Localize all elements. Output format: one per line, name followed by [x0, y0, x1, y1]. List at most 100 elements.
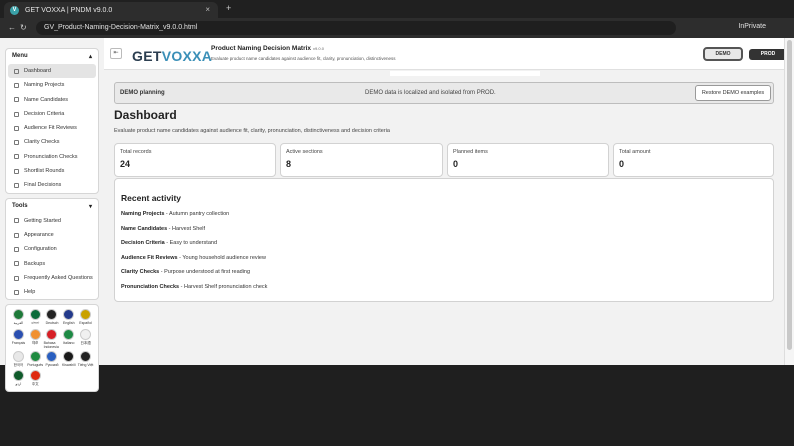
language-flag[interactable]: हिंदी [27, 329, 44, 349]
recent-activity-title: Recent activity [121, 193, 181, 203]
getting-started-icon [14, 218, 19, 224]
menu-item-decision-criteria[interactable]: Decision Criteria [6, 107, 98, 121]
tools-item-getting-started[interactable]: Getting Started [6, 214, 98, 228]
decision-criteria-icon [14, 111, 19, 117]
menu-panel: Menu ▴ Dashboard Naming Projects Name Cand… [5, 48, 99, 194]
app-version: v9.0.0 [313, 46, 324, 51]
collapse-menu-icon[interactable]: ▴ [89, 53, 92, 60]
browser-tab-title: GET VOXXA | PNDM v9.0.0 [25, 6, 113, 14]
activity-row[interactable]: Pronunciation Checks - Harvest Shelf pro… [121, 284, 767, 299]
scrollbar[interactable] [784, 38, 794, 365]
stat-label: Planned items [453, 149, 488, 155]
flag-label: Русский [45, 363, 59, 368]
activity-row[interactable]: Audience Fit Reviews - Young household a… [121, 255, 767, 270]
flag-label: اردو [15, 382, 22, 387]
flag-icon [80, 351, 92, 363]
language-flag[interactable]: Kiswahili [60, 351, 77, 368]
language-flag[interactable]: العربية [10, 309, 27, 327]
menu-header[interactable]: Menu ▴ [6, 49, 98, 64]
menu-item-name-candidates[interactable]: Name Candidates [6, 93, 98, 107]
language-flag[interactable]: Русский [44, 351, 61, 368]
restore-demo-button[interactable]: Restore DEMO examples [695, 85, 771, 101]
flag-icon [80, 329, 92, 341]
demo-env-button[interactable]: DEMO [703, 47, 743, 61]
flag-label: العربية [13, 321, 24, 326]
scrollbar-thumb[interactable] [787, 40, 792, 350]
tools-header[interactable]: Tools ▾ [6, 199, 98, 214]
sidebar-item-label: Dashboard [24, 68, 51, 74]
menu-item-audience-fit-reviews[interactable]: Audience Fit Reviews [6, 121, 98, 135]
url-field[interactable]: GV_Product-Naming-Decision-Matrix_v9.0.0… [36, 21, 676, 35]
language-flag[interactable]: Bahasa Indonesia [44, 329, 61, 349]
activity-row[interactable]: Name Candidates - Harvest Shelf [121, 226, 767, 241]
stat-total-amount: Total amount 0 [613, 143, 774, 177]
tools-item-appearance[interactable]: Appearance [6, 228, 98, 242]
stat-label: Total records [120, 149, 152, 155]
tools-panel: Tools ▾ Getting Started Appearance Configu… [5, 197, 99, 301]
activity-section: Naming Projects [121, 211, 165, 217]
flag-icon [12, 329, 24, 341]
sidebar-item-label: Audience Fit Reviews [24, 125, 77, 132]
flag-icon [12, 351, 24, 363]
language-flag[interactable]: বাংলা [27, 309, 44, 327]
language-flag[interactable]: Español [77, 309, 94, 327]
shortlist-rounds-icon [14, 168, 19, 174]
voxxa-favicon-icon: V [10, 5, 19, 15]
flag-icon [63, 329, 75, 341]
activity-row[interactable]: Naming Projects - Autumn pantry collecti… [121, 211, 767, 226]
language-flag[interactable]: Deutsch [44, 309, 61, 327]
language-flag[interactable]: 한국어 [10, 351, 27, 368]
tools-item-configuration[interactable]: Configuration [6, 242, 98, 256]
close-tab-icon[interactable]: × [205, 5, 210, 14]
activity-row[interactable]: Decision Criteria - Easy to understand [121, 240, 767, 255]
flag-icon [80, 309, 92, 321]
expand-tools-icon[interactable]: ▾ [89, 203, 92, 210]
language-flag[interactable]: 日本語 [77, 329, 94, 349]
language-flag[interactable]: Français [10, 329, 27, 349]
flag-icon [29, 351, 41, 363]
sidebar-item-label: Pronunciation Checks [24, 153, 78, 160]
tools-item-help[interactable]: Help [6, 285, 98, 299]
menu-item-final-decisions[interactable]: Final Decisions [6, 178, 98, 192]
tools-item-backups[interactable]: Backups [6, 257, 98, 271]
back-icon[interactable]: ← [8, 23, 16, 32]
browser-tab[interactable]: V GET VOXXA | PNDM v9.0.0 × [4, 2, 218, 18]
menu-item-clarity-checks[interactable]: Clarity Checks [6, 135, 98, 149]
sidebar-item-label: Name Candidates [24, 96, 69, 103]
menu-item-naming-projects[interactable]: Naming Projects [6, 78, 98, 92]
reload-icon[interactable]: ↻ [20, 23, 27, 32]
language-flag[interactable]: اردو [10, 370, 27, 387]
browser-tab-strip: V GET VOXXA | PNDM v9.0.0 × + [0, 0, 794, 18]
recent-activity-card: Recent activity Naming Projects - Autumn… [114, 178, 774, 302]
prod-env-button[interactable]: PROD [749, 49, 787, 60]
banner-title: DEMO planning [120, 90, 165, 96]
activity-text: Purpose understood at first reading [164, 269, 251, 276]
sidebar-item-label: Configuration [24, 246, 57, 253]
language-flag[interactable]: English [60, 309, 77, 327]
sidebar-toggle-icon[interactable]: ⇤ [110, 48, 122, 59]
name-candidates-icon [14, 97, 19, 103]
menu-item-dashboard[interactable]: Dashboard [8, 64, 96, 79]
app-window: Menu ▴ Dashboard Naming Projects Name Cand… [0, 38, 787, 393]
language-flag[interactable]: Português [27, 351, 44, 368]
activity-row[interactable]: Clarity Checks - Purpose understood at f… [121, 269, 767, 284]
frequently-asked-questions-icon [14, 275, 19, 281]
menu-item-pronunciation-checks[interactable]: Pronunciation Checks [6, 150, 98, 164]
flag-icon [12, 309, 24, 321]
language-flag[interactable]: Italiano [60, 329, 77, 349]
flag-label: Português [27, 363, 44, 368]
stat-value: 0 [453, 159, 459, 169]
help-icon [14, 289, 19, 295]
naming-projects-icon [14, 82, 19, 88]
sidebar-item-label: Frequently Asked Questions [24, 274, 93, 281]
menu-item-shortlist-rounds[interactable]: Shortlist Rounds [6, 164, 98, 178]
sidebar-item-label: Help [24, 289, 36, 296]
stat-active-sections: Active sections 8 [280, 143, 443, 177]
language-flag[interactable]: Tiếng Việt [77, 351, 94, 368]
stat-value: 8 [286, 159, 292, 169]
flag-label: 한국어 [13, 363, 24, 368]
inprivate-badge[interactable]: InPrivate [738, 23, 766, 30]
new-tab-icon[interactable]: + [226, 3, 231, 13]
language-flag[interactable]: 中文 [27, 370, 44, 387]
tools-item-frequently-asked-questions[interactable]: Frequently Asked Questions [6, 271, 98, 285]
